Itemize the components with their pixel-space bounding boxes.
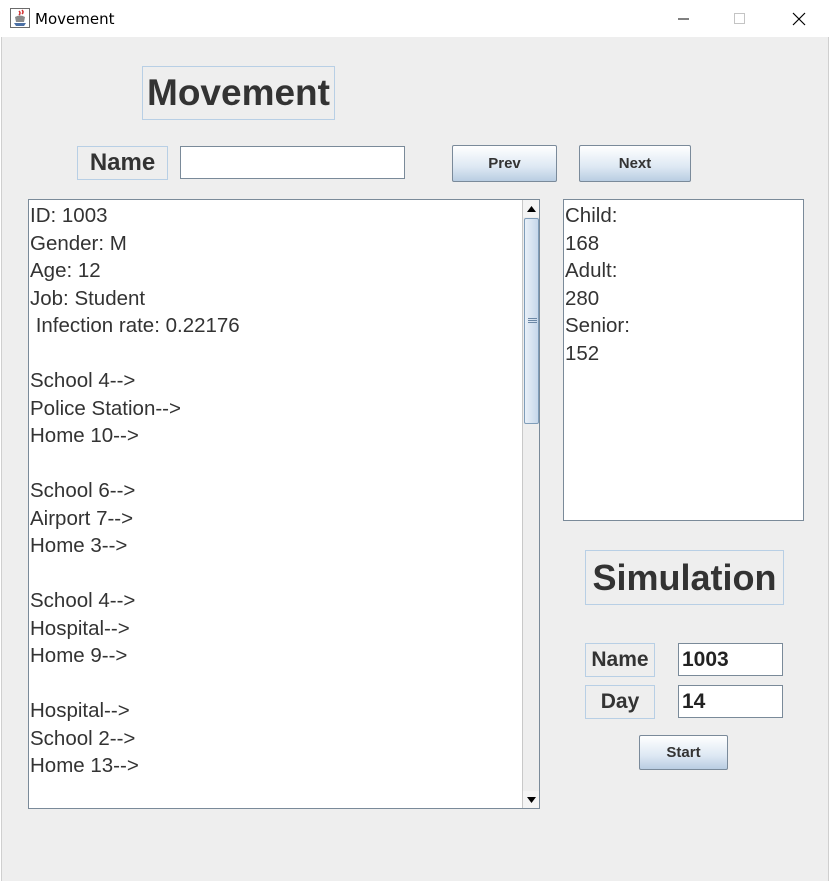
details-line: Airport 7--> <box>30 506 134 530</box>
stats-line: Senior: <box>565 314 630 337</box>
details-line: Hospital--> <box>30 616 130 640</box>
window-title: Movement <box>35 10 115 28</box>
details-line: ID: 1003 <box>30 204 108 227</box>
close-button[interactable] <box>770 0 828 37</box>
maximize-button[interactable] <box>711 0 769 37</box>
details-line <box>30 670 539 698</box>
details-line: Home 10--> <box>30 424 139 447</box>
details-line: Gender: M <box>30 231 127 255</box>
movement-name-input[interactable] <box>180 146 405 179</box>
client-area: Movement Name Prev Next ID: 1003 Gender: … <box>1 37 829 881</box>
movement-heading: Movement <box>142 66 335 120</box>
movement-name-label: Name <box>77 146 168 180</box>
details-line: Hospital--> <box>30 699 130 722</box>
stats-line: 152 <box>565 341 600 365</box>
scrollbar-thumb[interactable] <box>524 218 539 424</box>
simulation-name-input[interactable] <box>678 643 783 676</box>
next-button[interactable]: Next <box>579 145 691 182</box>
details-line: Job: Student <box>30 286 146 310</box>
details-scrollbar[interactable] <box>522 200 539 808</box>
population-stats-area[interactable]: Child: 168 Adult: 280 Senior: 152 <box>563 199 804 521</box>
stats-line: Adult: <box>565 259 618 282</box>
title-bar: Movement <box>0 0 830 37</box>
simulation-day-input[interactable] <box>678 685 783 718</box>
minimize-icon <box>678 18 689 19</box>
details-line: School 2--> <box>30 726 136 750</box>
prev-button[interactable]: Prev <box>452 145 557 182</box>
movement-details-area[interactable]: ID: 1003 Gender: M Age: 12 Job: Student Inf… <box>28 199 540 809</box>
java-cup-icon <box>10 8 30 28</box>
details-line: School 6--> <box>30 479 136 502</box>
simulation-day-label: Day <box>585 685 655 719</box>
details-line: School 4--> <box>30 369 136 392</box>
simulation-heading: Simulation <box>585 550 784 605</box>
details-line <box>30 340 539 368</box>
details-line: Home 3--> <box>30 534 128 557</box>
details-line: School 4--> <box>30 589 136 612</box>
start-button[interactable]: Start <box>639 735 728 770</box>
scroll-down-arrow-icon[interactable] <box>523 791 539 808</box>
minimize-button[interactable] <box>655 0 713 37</box>
details-line <box>30 560 539 588</box>
maximize-icon <box>734 12 745 24</box>
stats-line: 280 <box>565 286 600 310</box>
details-line: Infection rate: 0.22176 <box>30 314 240 337</box>
simulation-name-label: Name <box>585 643 655 677</box>
details-line: Age: 12 <box>30 259 101 282</box>
details-line <box>30 450 539 478</box>
stats-line: Child: <box>565 204 618 227</box>
population-stats-text: Child: 168 Adult: 280 Senior: 152 <box>564 200 803 367</box>
scroll-up-arrow-icon[interactable] <box>523 200 539 217</box>
close-icon <box>792 12 806 25</box>
details-line: Home 13--> <box>30 754 139 777</box>
stats-line: 168 <box>565 231 600 255</box>
details-line: Police Station--> <box>30 396 181 420</box>
details-line: Home 9--> <box>30 644 128 667</box>
movement-details-text: ID: 1003 Gender: M Age: 12 Job: Student Inf… <box>29 200 539 780</box>
